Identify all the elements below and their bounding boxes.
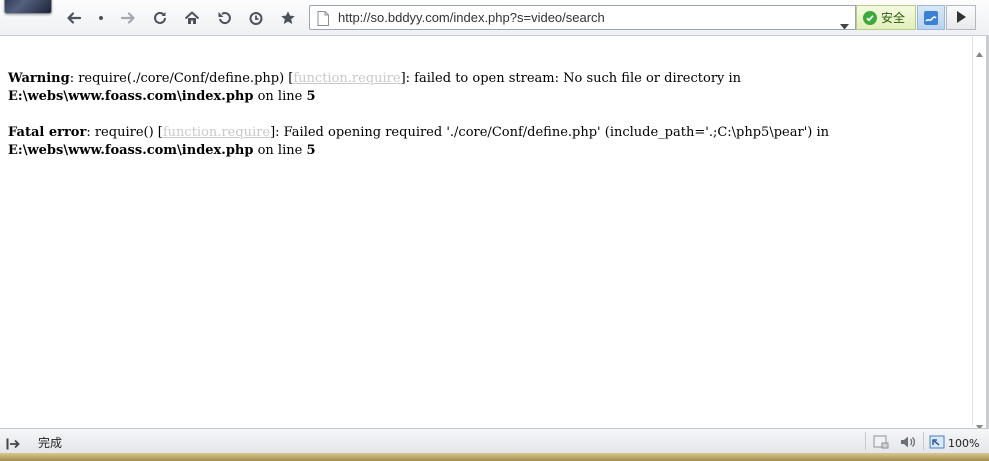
sidebar-toggle-icon[interactable] [6,435,20,454]
warning-path: E:\webs\www.foass.com\index.php [8,89,254,104]
fatal-text-2: ]: Failed opening required './core/Conf/… [270,125,834,140]
status-bar: 完成 100% [0,428,989,453]
history-icon [248,10,264,26]
zoom-icon [929,434,945,453]
fatal-path: E:\webs\www.foass.com\index.php [8,143,254,158]
scroll-up-icon[interactable] [976,42,983,61]
zoom-control[interactable]: 100% [929,434,979,453]
play-icon [956,8,966,27]
warning-message: Warning: require(./core/Conf/define.php)… [8,70,963,106]
dot-button[interactable] [89,7,113,29]
status-text: 完成 [38,436,63,450]
vertical-scrollbar[interactable] [972,36,987,430]
refresh-icon [152,10,168,26]
undo-icon [216,10,232,26]
fatal-line: 5 [306,143,316,158]
dot-icon [93,10,109,26]
shield-check-icon [863,10,877,25]
download-icon [873,434,889,453]
address-text[interactable]: http://so.bddyy.com/index.php?s=video/se… [338,10,605,25]
security-badge[interactable]: 安全 [856,5,916,30]
home-icon [184,10,200,26]
undo-button[interactable] [212,7,236,29]
speaker-icon [900,434,916,453]
status-divider [923,432,924,450]
user-avatar[interactable] [4,0,52,14]
refresh-button[interactable] [148,7,172,29]
warning-function-link[interactable]: function.require [293,71,400,86]
page-content: Warning: require(./core/Conf/define.php)… [0,36,972,426]
extension-button[interactable] [917,5,945,30]
warning-text-1: : require(./core/Conf/define.php) [ [69,71,294,86]
volume-control[interactable] [900,434,916,453]
home-button[interactable] [180,7,204,29]
fatal-error-message: Fatal error: require() [function.require… [8,124,963,160]
warning-text-3: on line [253,89,307,104]
fatal-text-1: : require() [ [86,125,163,140]
back-icon [66,10,82,26]
page-icon [317,11,329,30]
warning-label: Warning [8,71,70,86]
favorites-button[interactable] [276,7,300,29]
fatal-function-link[interactable]: function.require [163,125,270,140]
taskbar-strip [0,453,989,461]
forward-icon [120,10,136,26]
go-button[interactable] [946,5,976,30]
warning-text-2: ]: failed to open stream: No such file o… [400,71,746,86]
star-icon [280,10,296,26]
status-divider [865,432,866,450]
history-button[interactable] [244,7,268,29]
forward-button[interactable] [116,7,140,29]
back-button[interactable] [62,7,86,29]
extension-icon [924,10,938,25]
fatal-label: Fatal error [8,125,87,140]
chevron-down-icon[interactable] [840,15,849,34]
fatal-text-3: on line [253,143,307,158]
warning-line: 5 [306,89,316,104]
browser-toolbar: http://so.bddyy.com/index.php?s=video/se… [0,0,989,36]
address-bar[interactable]: http://so.bddyy.com/index.php?s=video/se… [309,5,856,30]
security-label: 安全 [881,11,906,25]
download-status[interactable] [873,434,889,453]
zoom-level: 100% [948,437,980,450]
